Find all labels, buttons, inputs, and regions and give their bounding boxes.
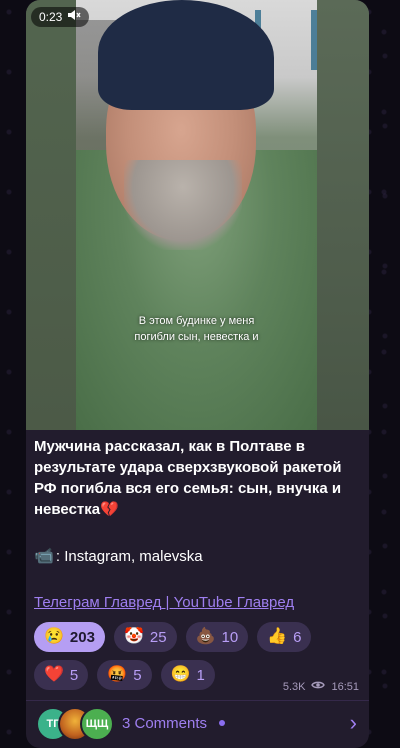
video-duration-badge[interactable]: 0:23 (31, 7, 90, 27)
unread-dot (219, 720, 226, 726)
poop-icon: 💩 (195, 628, 216, 645)
post-caption: Мужчина рассказал, как в Полтаве в резул… (34, 438, 342, 518)
video-blur-left (26, 0, 76, 430)
reaction-heart[interactable]: ❤️ 5 (34, 660, 89, 690)
avatar: ЩЩ (80, 707, 114, 741)
reaction-count: 1 (196, 666, 205, 684)
reaction-count: 203 (69, 628, 95, 646)
video-duration: 0:23 (39, 10, 63, 24)
grinning-face-icon: 😁 (170, 666, 191, 683)
thumbs-up-icon: 👍 (267, 628, 288, 645)
knit-hat (98, 0, 274, 110)
post-meta: 5.3K 16:51 (283, 680, 359, 693)
post-source: 📹 : Instagram, malevska (34, 548, 203, 565)
comments-bar[interactable]: ТГ ЩЩ 3 Comments › (26, 703, 369, 743)
camera-icon: 📹 (34, 547, 54, 565)
post-source-text: : Instagram, malevska (55, 548, 203, 565)
speaker-muted-icon[interactable] (67, 7, 81, 27)
reaction-poop[interactable]: 💩 10 (185, 622, 249, 652)
reaction-angry[interactable]: 🤬 5 (97, 660, 152, 690)
telegram-link[interactable]: Телеграм Главред (34, 594, 161, 611)
man-beard (124, 160, 242, 250)
reaction-crying[interactable]: 😢 203 (34, 622, 105, 652)
heart-icon: ❤️ (44, 666, 64, 683)
chevron-right-icon[interactable]: › (350, 712, 357, 734)
reaction-count: 6 (293, 628, 302, 646)
reaction-count: 10 (221, 628, 239, 646)
reaction-count: 5 (69, 666, 79, 684)
reaction-count: 5 (133, 666, 142, 684)
reaction-clown[interactable]: 🤡 25 (113, 622, 177, 652)
reaction-count: 25 (149, 628, 167, 646)
angry-face-icon: 🤬 (107, 666, 128, 683)
clown-face-icon: 🤡 (123, 628, 144, 645)
view-count: 5.3K (282, 680, 306, 693)
reaction-thumbs-up[interactable]: 👍 6 (257, 622, 312, 652)
post-links: Телеграм Главред | YouTube Главред (34, 594, 294, 611)
reaction-grin[interactable]: 😁 1 (160, 660, 215, 690)
comments-divider (26, 700, 369, 701)
commenter-avatars: ТГ ЩЩ (36, 705, 116, 741)
channel-post: В этом будинке у меня погибли сын, невес… (26, 0, 369, 748)
video-player[interactable]: В этом будинке у меня погибли сын, невес… (26, 0, 369, 430)
video-frame[interactable]: В этом будинке у меня погибли сын, невес… (76, 0, 317, 430)
post-time: 16:51 (331, 680, 359, 693)
video-blur-right (317, 0, 369, 430)
eye-icon (311, 680, 326, 693)
video-subtitle: В этом будинке у меня погибли сын, невес… (134, 315, 259, 343)
crying-face-icon: 😢 (44, 628, 64, 645)
link-separator: | (161, 594, 174, 611)
comments-label[interactable]: 3 Comments (122, 715, 207, 732)
youtube-link[interactable]: YouTube Главред (174, 594, 295, 611)
